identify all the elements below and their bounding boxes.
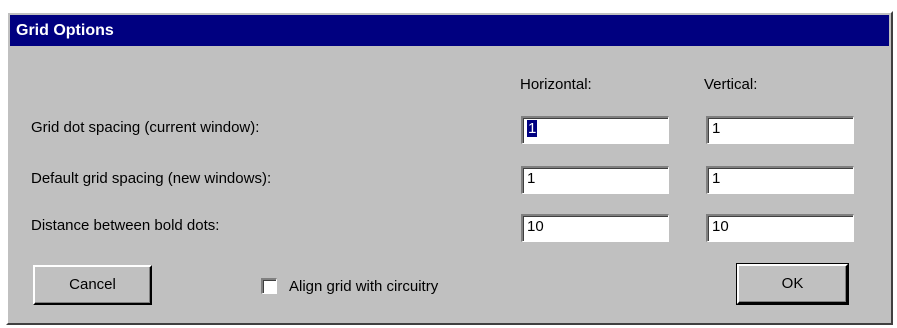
selected-text: 1 xyxy=(527,120,538,137)
bold-dots-distance-label: Distance between bold dots: xyxy=(31,217,220,234)
bold-dots-distance-vertical-input[interactable]: 10 xyxy=(706,214,854,242)
align-grid-checkbox-label: Align grid with circuitry xyxy=(289,277,439,295)
dialog-title: Grid Options xyxy=(10,15,889,46)
bold-dots-distance-horizontal-input[interactable]: 10 xyxy=(521,214,669,242)
vertical-column-header: Vertical: xyxy=(704,76,758,93)
horizontal-column-header: Horizontal: xyxy=(520,76,592,93)
grid-dot-spacing-vertical-input[interactable]: 1 xyxy=(706,116,854,144)
ok-button[interactable]: OK xyxy=(736,263,849,305)
default-grid-spacing-horizontal-input[interactable]: 1 xyxy=(521,166,669,194)
cancel-button[interactable]: Cancel xyxy=(33,265,152,305)
default-grid-spacing-label: Default grid spacing (new windows): xyxy=(31,170,272,187)
align-grid-checkbox-row[interactable]: Align grid with circuitry xyxy=(261,275,438,297)
default-grid-spacing-vertical-input[interactable]: 1 xyxy=(706,166,854,194)
align-grid-checkbox[interactable] xyxy=(261,278,277,294)
grid-options-dialog: Grid Options Horizontal: Vertical: Grid … xyxy=(6,11,893,325)
grid-dot-spacing-label: Grid dot spacing (current window): xyxy=(31,119,260,136)
grid-dot-spacing-horizontal-input[interactable]: 1 xyxy=(521,116,669,144)
